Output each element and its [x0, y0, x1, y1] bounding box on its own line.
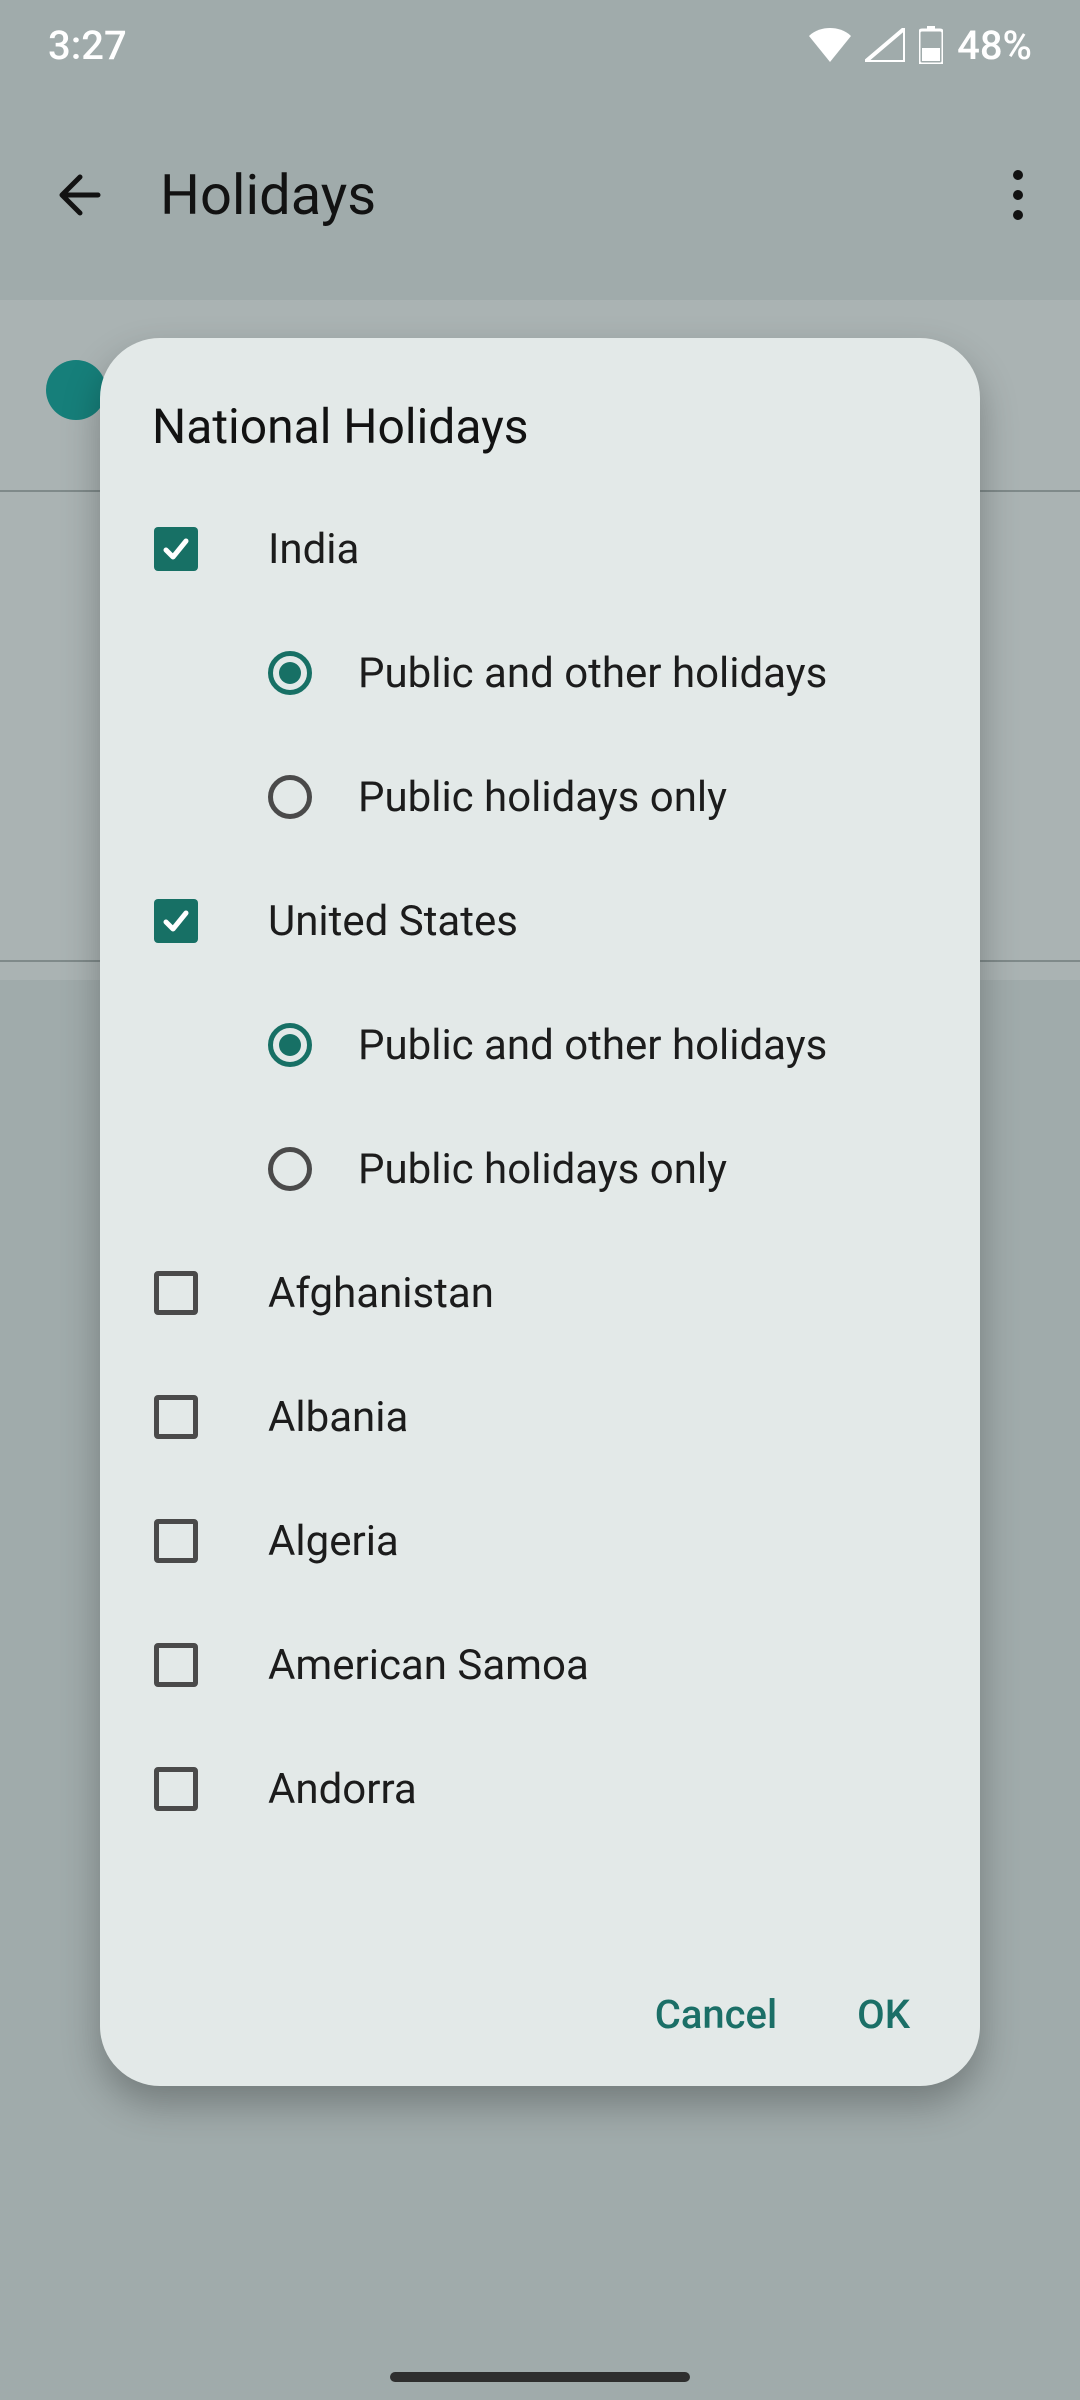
- radio-on-icon: [268, 651, 312, 695]
- country-label: Albania: [268, 1393, 408, 1442]
- country-row-india[interactable]: India: [100, 487, 980, 611]
- checkbox-united-states[interactable]: [152, 897, 200, 945]
- back-button[interactable]: [48, 165, 108, 225]
- country-label: United States: [268, 897, 518, 946]
- radio-us-public-only[interactable]: [266, 1145, 314, 1193]
- option-us-all[interactable]: Public and other holidays: [100, 983, 980, 1107]
- country-row-afghanistan[interactable]: Afghanistan: [100, 1231, 980, 1355]
- radio-india-public-only[interactable]: [266, 773, 314, 821]
- cancel-button[interactable]: Cancel: [655, 1991, 777, 2038]
- country-label: Afghanistan: [268, 1269, 494, 1318]
- checkbox-algeria[interactable]: [152, 1517, 200, 1565]
- radio-us-all[interactable]: [266, 1021, 314, 1069]
- status-time: 3:27: [48, 22, 127, 69]
- checkbox-american-samoa[interactable]: [152, 1641, 200, 1689]
- option-us-public-only[interactable]: Public holidays only: [100, 1107, 980, 1231]
- option-india-all[interactable]: Public and other holidays: [100, 611, 980, 735]
- option-label: Public and other holidays: [358, 649, 827, 698]
- arrow-back-icon: [52, 169, 104, 221]
- radio-india-all[interactable]: [266, 649, 314, 697]
- more-button[interactable]: [994, 165, 1042, 225]
- option-india-public-only[interactable]: Public holidays only: [100, 735, 980, 859]
- radio-off-icon: [268, 775, 312, 819]
- country-row-albania[interactable]: Albania: [100, 1355, 980, 1479]
- checkbox-unchecked-icon: [154, 1395, 198, 1439]
- screen: 3:27 48% Holidays National Holidays: [0, 0, 1080, 2400]
- option-label: Public and other holidays: [358, 1021, 827, 1070]
- nav-handle[interactable]: [390, 2372, 690, 2382]
- checkbox-albania[interactable]: [152, 1393, 200, 1441]
- checkbox-checked-icon: [154, 527, 198, 571]
- checkbox-checked-icon: [154, 899, 198, 943]
- option-label: Public holidays only: [358, 773, 727, 822]
- checkbox-unchecked-icon: [154, 1767, 198, 1811]
- more-vert-icon: [1013, 170, 1023, 180]
- checkbox-andorra[interactable]: [152, 1765, 200, 1813]
- status-bar: 3:27 48%: [0, 0, 1080, 90]
- national-holidays-dialog: National Holidays India Public and other…: [100, 338, 980, 2086]
- wifi-icon: [809, 28, 851, 62]
- country-row-american-samoa[interactable]: American Samoa: [100, 1603, 980, 1727]
- battery-icon: [919, 26, 943, 64]
- app-bar: Holidays: [0, 130, 1080, 260]
- radio-on-icon: [268, 1023, 312, 1067]
- country-row-algeria[interactable]: Algeria: [100, 1479, 980, 1603]
- cell-signal-icon: [865, 28, 905, 62]
- country-row-united-states[interactable]: United States: [100, 859, 980, 983]
- dialog-title: National Holidays: [100, 398, 980, 487]
- country-label: Algeria: [268, 1517, 399, 1566]
- dialog-buttons: Cancel OK: [100, 1963, 980, 2086]
- checkbox-afghanistan[interactable]: [152, 1269, 200, 1317]
- radio-off-icon: [268, 1147, 312, 1191]
- status-right: 48%: [809, 22, 1032, 69]
- checkbox-unchecked-icon: [154, 1519, 198, 1563]
- page-title: Holidays: [160, 162, 376, 228]
- status-battery-text: 48%: [957, 22, 1032, 69]
- country-label: India: [268, 525, 359, 574]
- list-color-dot: [46, 360, 106, 420]
- checkbox-unchecked-icon: [154, 1271, 198, 1315]
- ok-button[interactable]: OK: [857, 1991, 910, 2038]
- country-list[interactable]: India Public and other holidays Public h…: [100, 487, 980, 1963]
- option-label: Public holidays only: [358, 1145, 727, 1194]
- country-row-andorra[interactable]: Andorra: [100, 1727, 980, 1851]
- checkbox-unchecked-icon: [154, 1643, 198, 1687]
- country-label: American Samoa: [268, 1641, 589, 1690]
- country-label: Andorra: [268, 1765, 417, 1814]
- checkbox-india[interactable]: [152, 525, 200, 573]
